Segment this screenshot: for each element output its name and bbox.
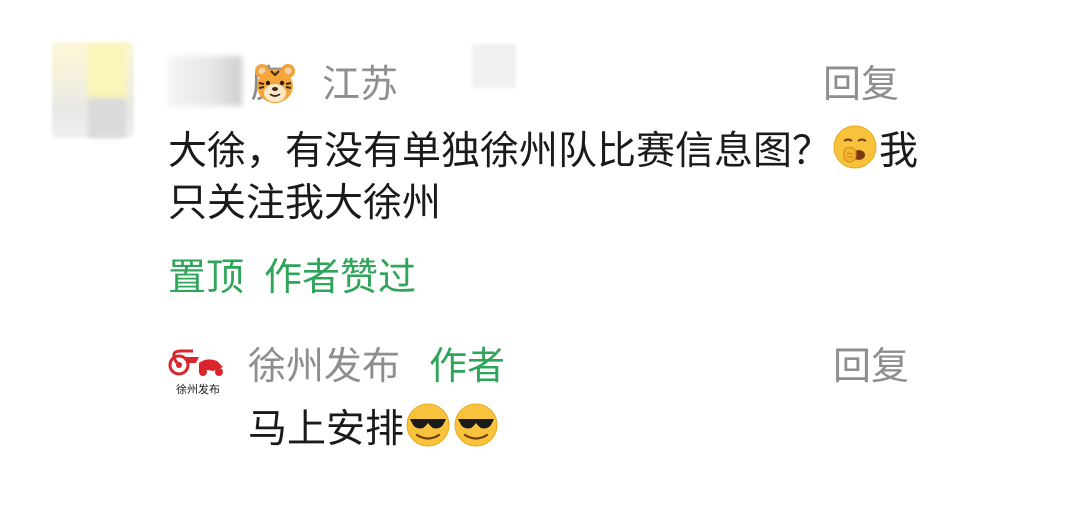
comment-body: 大徐，有没有单独徐州队比赛信息图？ 我 只关注我大徐州 — [168, 124, 1038, 230]
pinned-tag: 置顶 — [168, 255, 245, 299]
reply-text: 马上安排 — [248, 407, 405, 452]
comment-text-part-2: 我 — [879, 129, 919, 174]
author-badge: 作者 — [429, 344, 506, 388]
yawning-face-icon — [833, 125, 877, 169]
xuzhou-release-logo[interactable]: 徐州发布 — [163, 345, 233, 401]
reply-body: 马上安排 — [248, 402, 500, 456]
sunglasses-face-icon — [454, 403, 498, 447]
redaction-block — [472, 44, 516, 88]
comment-line-1: 大徐，有没有单独徐州队比赛信息图？ 我 — [168, 124, 1038, 178]
reply-button[interactable]: 回复 — [823, 58, 899, 110]
comment-thread: 虎 江苏 回复 大徐，有没有单独徐州队比赛信息图？ 我 只关注我大徐州 — [0, 0, 1080, 508]
comment-line-2: 只关注我大徐州 — [168, 181, 442, 226]
tiger-icon — [255, 64, 295, 103]
logo-text: 徐州发布 — [176, 382, 220, 396]
author-liked-tag: 作者赞过 — [264, 255, 417, 299]
sunglasses-face-icon — [406, 403, 450, 447]
comment-text-part-1: 大徐，有没有单独徐州队比赛信息图？ — [168, 129, 832, 174]
comment-tags: 置顶 作者赞过 — [168, 251, 436, 303]
username-redaction — [168, 56, 242, 106]
commenter-location: 江苏 — [322, 62, 399, 106]
commenter-avatar[interactable] — [52, 42, 134, 138]
author-name[interactable]: 徐州发布 — [248, 340, 400, 392]
reply-button-author[interactable]: 回复 — [833, 340, 909, 392]
